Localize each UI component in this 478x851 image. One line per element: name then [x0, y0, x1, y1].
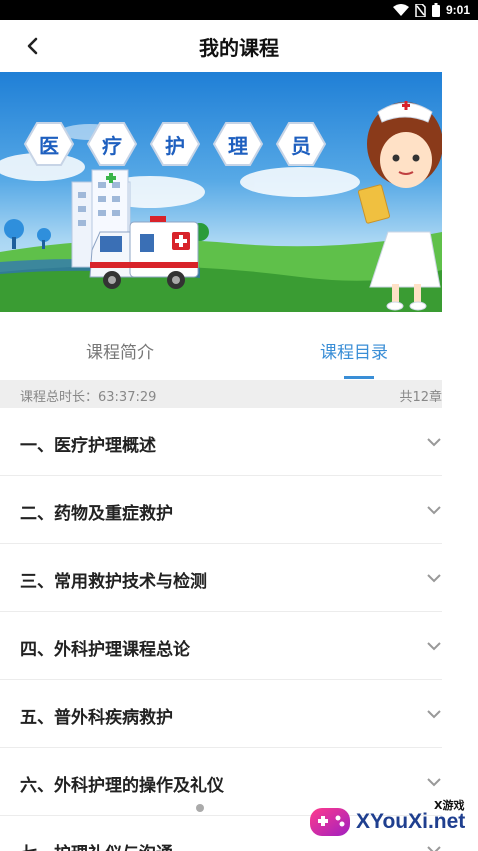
chapter-title: 六、外科护理的操作及礼仪 — [20, 776, 224, 796]
chapter-item[interactable]: 五、普外科疾病救护 — [0, 680, 442, 748]
status-icons: 9:01 — [392, 3, 470, 17]
scroll-indicator-dot — [196, 804, 204, 812]
chapter-item[interactable]: 三、常用救护技术与检测 — [0, 544, 442, 612]
tab-course-intro[interactable]: 课程简介 — [86, 338, 154, 363]
chevron-down-icon — [427, 778, 441, 787]
chapter-list: 一、医疗护理概述 二、药物及重症救护 三、常用救护技术与检测 四、外科护理课程总… — [0, 408, 442, 851]
course-tabs: 课程简介 课程目录 — [0, 330, 442, 380]
course-summary: 课程总时长：63:37:29 共12章 — [0, 380, 442, 408]
active-tab-indicator — [344, 376, 374, 379]
chapter-title: 一、医疗护理概述 — [20, 436, 156, 456]
wifi-icon — [392, 4, 409, 16]
chapter-item[interactable]: 四、外科护理课程总论 — [0, 612, 442, 680]
banner-title-char: 护 — [150, 122, 200, 166]
banner-title-char: 员 — [276, 122, 326, 166]
chapter-title: 二、药物及重症救护 — [20, 504, 173, 524]
banner-title-char: 疗 — [87, 122, 137, 166]
chapter-title: 七、护理礼仪与沟通 — [20, 839, 173, 851]
chevron-down-icon — [427, 438, 441, 447]
chapter-item[interactable]: 二、药物及重症救护 — [0, 476, 442, 544]
page-title: 我的课程 — [199, 36, 279, 60]
status-bar: 9:01 — [0, 0, 478, 20]
gamepad-logo-icon — [310, 808, 350, 836]
chapter-title: 五、普外科疾病救护 — [20, 708, 173, 728]
banner-title-char: 医 — [24, 122, 74, 166]
chapter-count: 共12章 — [399, 390, 442, 405]
banner-title-char: 理 — [213, 122, 263, 166]
chapter-title: 四、外科护理课程总论 — [20, 640, 190, 660]
watermark-site-text: XYouXi.net — [356, 810, 466, 833]
total-duration: 课程总时长：63:37:29 — [20, 390, 157, 405]
chevron-down-icon — [427, 506, 441, 515]
battery-icon — [431, 3, 440, 17]
course-banner: 医 疗 护 理 员 — [0, 72, 442, 312]
chapter-item[interactable]: 一、医疗护理概述 — [0, 408, 442, 476]
app-bar: 我的课程 — [0, 20, 478, 72]
tab-course-catalog[interactable]: 课程目录 — [320, 338, 388, 363]
chevron-down-icon — [427, 574, 441, 583]
banner-illustration — [0, 101, 442, 312]
chevron-down-icon — [427, 710, 441, 719]
status-time: 9:01 — [445, 3, 470, 17]
no-sim-icon — [415, 3, 426, 17]
chevron-down-icon — [427, 642, 441, 651]
watermark: X游戏 XYouXi.net — [300, 796, 478, 851]
chapter-title: 三、常用救护技术与检测 — [20, 572, 207, 592]
